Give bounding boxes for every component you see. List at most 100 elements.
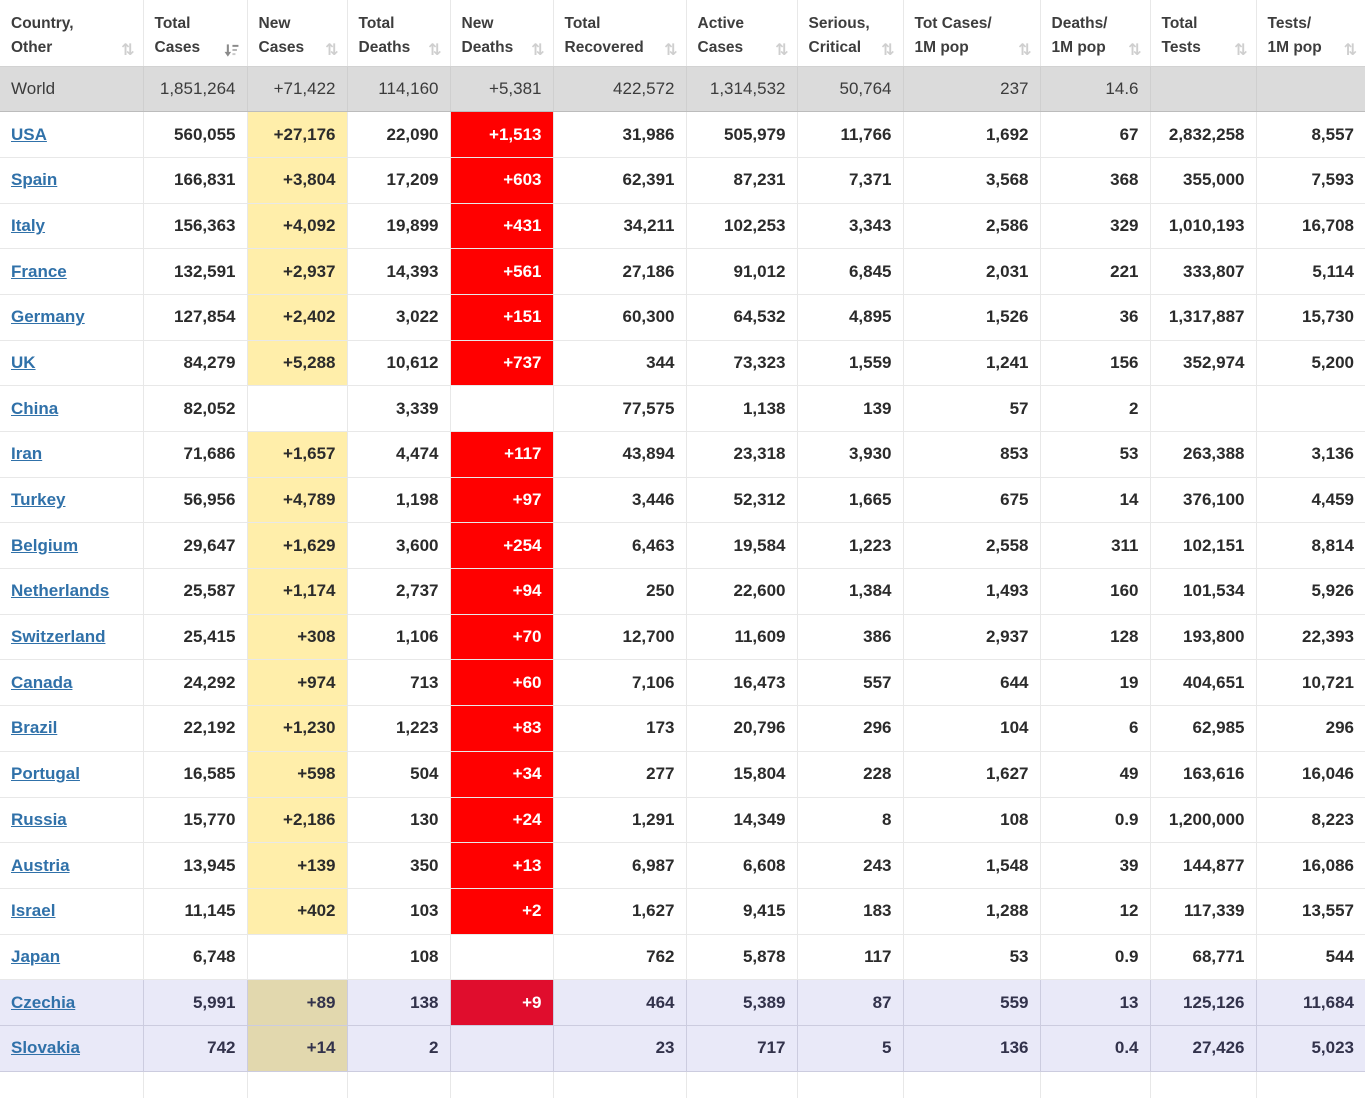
cell-total_tests bbox=[1150, 66, 1256, 112]
cell-active_cases: 22,600 bbox=[686, 569, 797, 615]
cell-total_cases: 15,770 bbox=[143, 797, 247, 843]
country-link-turkey[interactable]: Turkey bbox=[11, 490, 66, 509]
column-header-active_cases[interactable]: ActiveCases ⇅ bbox=[686, 0, 797, 66]
column-label-total_cases: TotalCases bbox=[155, 12, 201, 61]
cell-total_tests bbox=[1150, 386, 1256, 432]
country-link-uk[interactable]: UK bbox=[11, 353, 36, 372]
cell-cases_1m: 1,526 bbox=[903, 294, 1040, 340]
sort-updown-icon[interactable]: ⇅ bbox=[531, 42, 544, 61]
sort-updown-icon[interactable]: ⇅ bbox=[121, 42, 134, 61]
country-link-canada[interactable]: Canada bbox=[11, 673, 72, 692]
country-link-israel[interactable]: Israel bbox=[11, 901, 55, 920]
country-link-germany[interactable]: Germany bbox=[11, 307, 85, 326]
country-link-russia[interactable]: Russia bbox=[11, 810, 67, 829]
sort-updown-icon[interactable]: ⇅ bbox=[1234, 42, 1247, 61]
sort-updown-icon[interactable]: ⇅ bbox=[881, 42, 894, 61]
cell-total_tests: 333,807 bbox=[1150, 249, 1256, 295]
cell-tests_1m: 16,708 bbox=[1256, 203, 1365, 249]
cell-total_deaths: 108 bbox=[347, 934, 450, 980]
cell-total_cases: 6,748 bbox=[143, 934, 247, 980]
cell-country: Iran bbox=[0, 432, 143, 478]
cell-cases_1m: 1,493 bbox=[903, 569, 1040, 615]
column-label-serious_critical: Serious,Critical bbox=[809, 12, 870, 61]
cell-new_deaths: +1,513 bbox=[450, 112, 553, 158]
column-header-deaths_1m[interactable]: Deaths/1M pop⇅ bbox=[1040, 0, 1150, 66]
cell-country: USA bbox=[0, 112, 143, 158]
country-link-france[interactable]: France bbox=[11, 262, 67, 281]
cell-cases_1m: 1,627 bbox=[903, 751, 1040, 797]
column-header-cases_1m[interactable]: Tot Cases/1M pop⇅ bbox=[903, 0, 1040, 66]
cell-deaths_1m: 329 bbox=[1040, 203, 1150, 249]
country-link-portugal[interactable]: Portugal bbox=[11, 764, 80, 783]
column-header-new_deaths[interactable]: NewDeaths⇅ bbox=[450, 0, 553, 66]
country-link-brazil[interactable]: Brazil bbox=[11, 718, 57, 737]
column-header-total_cases[interactable]: TotalCases bbox=[143, 0, 247, 66]
country-link-usa[interactable]: USA bbox=[11, 125, 47, 144]
sort-updown-icon[interactable]: ⇅ bbox=[664, 42, 677, 61]
cell-active_cases: 20,796 bbox=[686, 706, 797, 752]
sort-updown-icon[interactable]: ⇅ bbox=[325, 42, 338, 61]
column-label-active_cases: ActiveCases bbox=[698, 12, 745, 61]
column-header-total_tests[interactable]: TotalTests⇅ bbox=[1150, 0, 1256, 66]
column-header-serious_critical[interactable]: Serious,Critical ⇅ bbox=[797, 0, 903, 66]
cell-tests_1m: 10,721 bbox=[1256, 660, 1365, 706]
cell-total_cases: 25,587 bbox=[143, 569, 247, 615]
sort-updown-icon[interactable]: ⇅ bbox=[775, 42, 788, 61]
country-link-italy[interactable]: Italy bbox=[11, 216, 45, 235]
country-link-japan[interactable]: Japan bbox=[11, 947, 60, 966]
column-header-tests_1m[interactable]: Tests/1M pop⇅ bbox=[1256, 0, 1365, 66]
cell-new_cases: +2,186 bbox=[247, 797, 347, 843]
cell-total_cases: 166,831 bbox=[143, 157, 247, 203]
cell-total_tests: 1,200,000 bbox=[1150, 797, 1256, 843]
cell-cases_1m: 675 bbox=[903, 477, 1040, 523]
cell-tests_1m: 8,557 bbox=[1256, 112, 1365, 158]
cell-total_recovered: 344 bbox=[553, 340, 686, 386]
cell-country: Turkey bbox=[0, 477, 143, 523]
cell-total_cases: 56,956 bbox=[143, 477, 247, 523]
table-row-austria: Austria13,945+139350+136,9876,6082431,54… bbox=[0, 843, 1365, 889]
cell-deaths_1m: 49 bbox=[1040, 751, 1150, 797]
cell-new_cases: +402 bbox=[247, 888, 347, 934]
cell-cases_1m: 108 bbox=[903, 797, 1040, 843]
country-link-china[interactable]: China bbox=[11, 399, 58, 418]
cell-total_recovered: 1,291 bbox=[553, 797, 686, 843]
table-row-japan: Japan6,7481087625,878117530.968,771544 bbox=[0, 934, 1365, 980]
cell-total_cases: 127,854 bbox=[143, 294, 247, 340]
column-header-new_cases[interactable]: NewCases⇅ bbox=[247, 0, 347, 66]
table-row-slovakia: Slovakia742+1422371751360.427,4265,023 bbox=[0, 1025, 1365, 1071]
cell-country: UK bbox=[0, 340, 143, 386]
sort-updown-icon[interactable]: ⇅ bbox=[1128, 42, 1141, 61]
country-link-spain[interactable]: Spain bbox=[11, 170, 57, 189]
column-header-country[interactable]: Country,Other⇅ bbox=[0, 0, 143, 66]
cell-new_cases: +1,174 bbox=[247, 569, 347, 615]
cell-deaths_1m: 14 bbox=[1040, 477, 1150, 523]
cell-new_deaths: +431 bbox=[450, 203, 553, 249]
cell-total_deaths: 3,022 bbox=[347, 294, 450, 340]
cell-active_cases: 9,415 bbox=[686, 888, 797, 934]
cell-active_cases: 11,609 bbox=[686, 614, 797, 660]
cell-total_tests: 404,651 bbox=[1150, 660, 1256, 706]
sort-updown-icon[interactable]: ⇅ bbox=[1018, 42, 1031, 61]
country-link-iran[interactable]: Iran bbox=[11, 444, 42, 463]
cell-total_tests: 163,616 bbox=[1150, 751, 1256, 797]
country-link-slovakia[interactable]: Slovakia bbox=[11, 1038, 80, 1057]
cell-tests_1m bbox=[1256, 386, 1365, 432]
column-header-total_deaths[interactable]: TotalDeaths⇅ bbox=[347, 0, 450, 66]
cell-serious_critical: 3,930 bbox=[797, 432, 903, 478]
country-link-netherlands[interactable]: Netherlands bbox=[11, 581, 109, 600]
sort-updown-icon[interactable]: ⇅ bbox=[428, 42, 441, 61]
table-row-russia: Russia15,770+2,186130+241,29114,34981080… bbox=[0, 797, 1365, 843]
cell-deaths_1m: 14.6 bbox=[1040, 66, 1150, 112]
cell-empty bbox=[347, 1071, 450, 1098]
cell-total_deaths: 138 bbox=[347, 980, 450, 1026]
cell-active_cases: 23,318 bbox=[686, 432, 797, 478]
cell-new_cases: +1,629 bbox=[247, 523, 347, 569]
sort-desc-icon[interactable] bbox=[224, 43, 239, 61]
cell-total_deaths: 4,474 bbox=[347, 432, 450, 478]
country-link-czechia[interactable]: Czechia bbox=[11, 993, 75, 1012]
country-link-belgium[interactable]: Belgium bbox=[11, 536, 78, 555]
country-link-switzerland[interactable]: Switzerland bbox=[11, 627, 105, 646]
column-header-total_recovered[interactable]: TotalRecovered⇅ bbox=[553, 0, 686, 66]
sort-updown-icon[interactable]: ⇅ bbox=[1344, 42, 1357, 61]
country-link-austria[interactable]: Austria bbox=[11, 856, 70, 875]
